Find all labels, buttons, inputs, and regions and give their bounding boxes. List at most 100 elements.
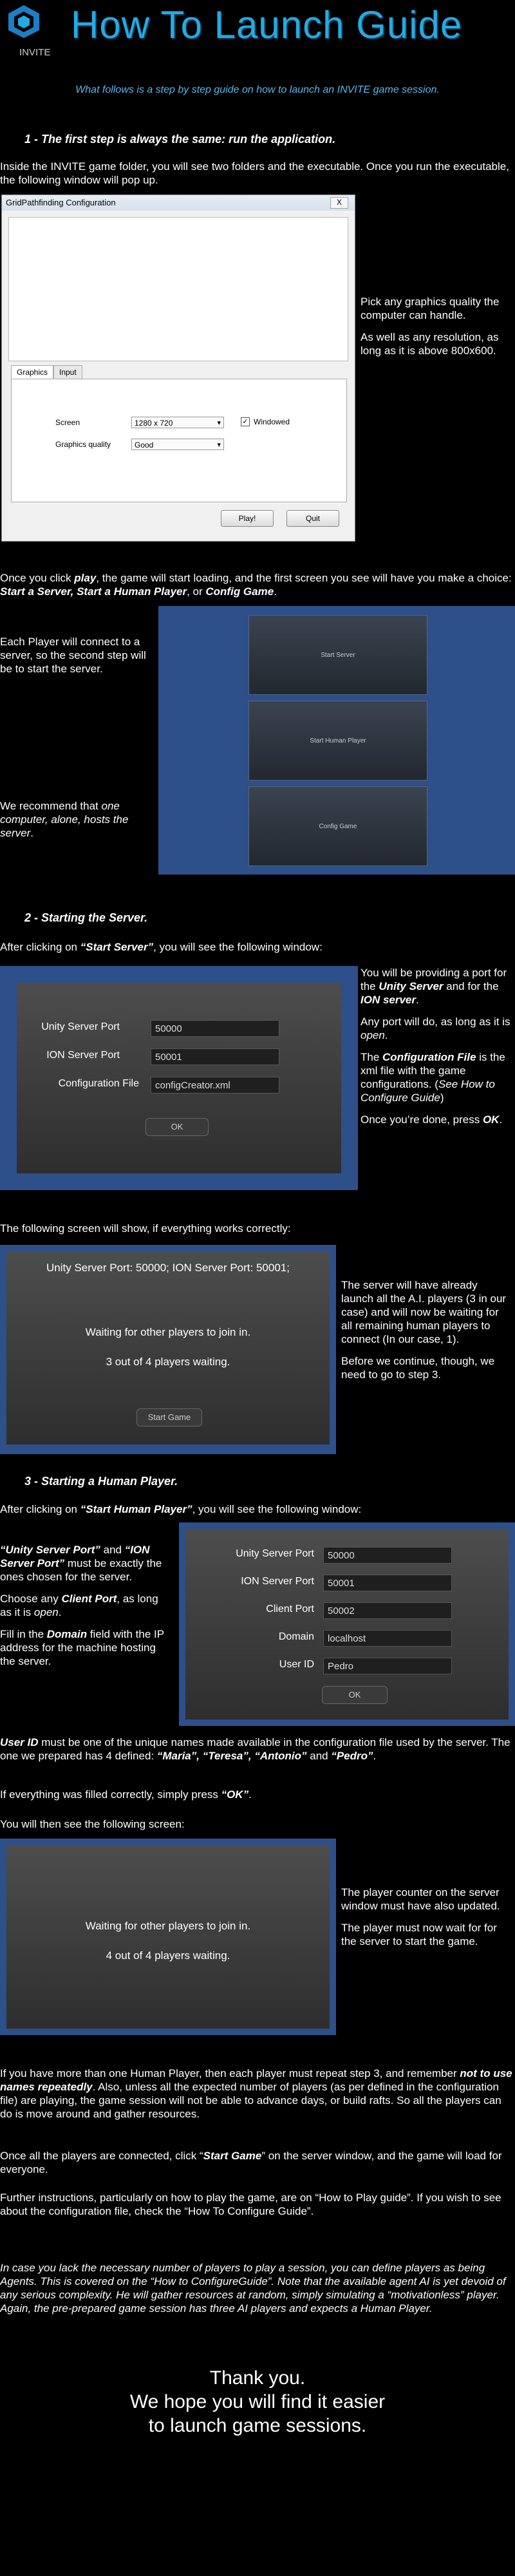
graphics-side-p2: As well as any resolution, as long as it… xyxy=(360,331,499,357)
connected-b: Start Game xyxy=(203,2150,262,2162)
after-play-t4: . xyxy=(274,585,277,598)
tab-input[interactable]: Input xyxy=(53,365,82,379)
server-side-p1e: . xyxy=(416,994,419,1006)
further-text: Further instructions, particularly on ho… xyxy=(0,2192,501,2217)
quit-button[interactable]: Quit xyxy=(286,510,339,527)
human-window-frame: Unity Server Port 50000 ION Server Port … xyxy=(179,1522,515,1726)
human-wait-side-text: The player counter on the server window … xyxy=(341,1886,512,1956)
ok-text: If everything was filled correctly, simp… xyxy=(0,1788,515,1801)
ok-c: . xyxy=(248,1788,252,1801)
human-window: Unity Server Port 50000 ION Server Port … xyxy=(185,1529,509,1719)
step3-t2: , you will see the following window: xyxy=(192,1503,362,1515)
step2-heading: 2 - Starting the Server. xyxy=(24,911,148,924)
human-side-p1a: “Unity Server Port” xyxy=(0,1544,100,1556)
logo-text: INVITE xyxy=(19,47,51,58)
server-wait-side-p2: Before we continue, though, we need to g… xyxy=(341,1355,495,1381)
human-wait-window: Waiting for other players to join in. 4 … xyxy=(6,1845,330,2029)
client-port-input[interactable]: 50002 xyxy=(323,1602,452,1619)
step1-text: Inside the INVITE game folder, you will … xyxy=(0,160,509,186)
waiting-text: Waiting for other players to join in. xyxy=(85,1326,251,1338)
server-side-p1b: Unity Server xyxy=(379,980,444,992)
play-button[interactable]: Play! xyxy=(221,510,274,527)
thanks-line-3: to launch game sessions. xyxy=(148,2415,367,2436)
userid-e: “Pedro” xyxy=(331,1750,373,1762)
agents-text: In case you lack the necessary number of… xyxy=(0,2262,506,2315)
menu-side-p1: Each Player will connect to a server, so… xyxy=(0,636,146,675)
menu-side-text: Each Player will connect to a server, so… xyxy=(0,635,154,684)
server-side-p3e: ) xyxy=(440,1092,444,1104)
ports-text: Unity Server Port: 50000; ION Server Por… xyxy=(46,1262,290,1274)
server-side-p4c: . xyxy=(499,1113,503,1126)
thanks-line-1: Thank you. xyxy=(209,2367,306,2389)
userid-a: User ID xyxy=(0,1736,39,1748)
userid-text: User ID must be one of the unique names … xyxy=(0,1736,515,1763)
start-server-button[interactable]: Start Server xyxy=(248,615,427,695)
human-side-p2d: open xyxy=(33,1606,59,1618)
main-menu-screenshot: Start Server Start Human Player Config G… xyxy=(158,606,515,875)
after-play-t2: , the game will start loading, and the f… xyxy=(96,572,512,584)
userid-c: “Maria”, “Teresa”, “Antonio” xyxy=(156,1750,307,1762)
windowed-checkbox[interactable]: ✓ xyxy=(241,417,250,426)
server-side-p2a: Any port will do, as long as it is xyxy=(360,1016,510,1028)
human-ok-button[interactable]: OK xyxy=(322,1686,388,1704)
human-side-p2e: . xyxy=(58,1606,62,1618)
menu-side-p2c: . xyxy=(30,827,33,839)
user-id-input[interactable]: Pedro xyxy=(323,1658,452,1674)
server-wait-side-text: The server will have already launch all … xyxy=(341,1278,512,1390)
after-play-text: Once you click play, the game will start… xyxy=(0,571,515,598)
domain-input[interactable]: localhost xyxy=(323,1630,452,1647)
screen-label: Screen xyxy=(55,418,80,427)
start-human-player-button[interactable]: Start Human Player xyxy=(248,701,427,781)
invite-logo-icon xyxy=(8,5,39,38)
user-id-label: User ID xyxy=(279,1659,314,1670)
human-side-p3b: Domain xyxy=(46,1628,88,1640)
step2-btn: “Start Server” xyxy=(80,941,154,953)
player-count-text: 3 out of 4 players waiting. xyxy=(106,1356,230,1368)
server-wait-side-p1: The server will have already launch all … xyxy=(341,1279,507,1345)
unity-port-input[interactable]: 50000 xyxy=(151,1020,279,1037)
server-side-p1d: ION server xyxy=(360,994,416,1006)
screen-select[interactable]: 1280 x 720 xyxy=(131,417,224,429)
userid-d: and xyxy=(306,1750,332,1762)
banner-image xyxy=(8,217,348,361)
after-play-choices: Start a Server, Start a Human Player xyxy=(0,585,187,598)
server-window: Unity Server Port 50000 ION Server Port … xyxy=(17,983,341,1173)
windowed-label: Windowed xyxy=(254,417,290,426)
server-side-p3b: Configuration File xyxy=(382,1051,476,1063)
client-port-label: Client Port xyxy=(266,1604,314,1615)
ok-b: “OK” xyxy=(221,1788,249,1801)
domain-label: Domain xyxy=(278,1631,314,1642)
page-title: How To Launch Guide xyxy=(71,3,463,46)
server-side-p2b: open xyxy=(360,1029,385,1041)
step3-heading: 3 - Starting a Human Player. xyxy=(24,1475,178,1488)
menu-side-p2a: We recommend that xyxy=(0,800,102,812)
after-play-t3: , or xyxy=(187,585,206,598)
ok-button[interactable]: OK xyxy=(145,1118,209,1136)
connected-text: Once all the players are connected, clic… xyxy=(0,2149,515,2176)
human-unity-port-input[interactable]: 50000 xyxy=(323,1547,452,1564)
human-waiting-text: Waiting for other players to join in. xyxy=(85,1920,251,1932)
step3-text: After clicking on “Start Human Player”, … xyxy=(0,1502,515,1516)
tab-graphics[interactable]: Graphics xyxy=(11,365,54,379)
ok-a: If everything was filled correctly, simp… xyxy=(0,1788,221,1801)
menu-side-text-2: We recommend that one computer, alone, h… xyxy=(0,799,154,840)
thanks-block: Thank you. We hope you will find it easi… xyxy=(0,2366,515,2438)
connected-a: Once all the players are connected, clic… xyxy=(0,2150,203,2162)
human-ion-port-input[interactable]: 50001 xyxy=(323,1575,452,1591)
human-side-p3a: Fill in the xyxy=(0,1628,47,1640)
close-button[interactable]: X xyxy=(330,197,348,209)
config-game-button[interactable]: Config Game xyxy=(248,786,427,866)
step2-t1: After clicking on xyxy=(0,941,80,953)
ion-port-input[interactable]: 50001 xyxy=(151,1048,279,1065)
human-side-p2b: Client Port xyxy=(61,1593,117,1605)
thanks-line-2: We hope you will find it easier xyxy=(129,2391,386,2412)
step3-btn: “Start Human Player” xyxy=(80,1503,192,1515)
human-wait-side-p1: The player counter on the server window … xyxy=(341,1886,500,1912)
multi-player-text: If you have more than one Human Player, … xyxy=(0,2067,515,2121)
config-file-input[interactable]: configCreator.xml xyxy=(151,1077,279,1094)
quality-select[interactable]: Good xyxy=(131,439,224,451)
ion-port-label: ION Server Port xyxy=(46,1050,120,1061)
start-game-button[interactable]: Start Game xyxy=(136,1408,202,1426)
human-unity-port-label: Unity Server Port xyxy=(236,1548,314,1559)
human-wait-frame: Waiting for other players to join in. 4 … xyxy=(0,1839,336,2035)
